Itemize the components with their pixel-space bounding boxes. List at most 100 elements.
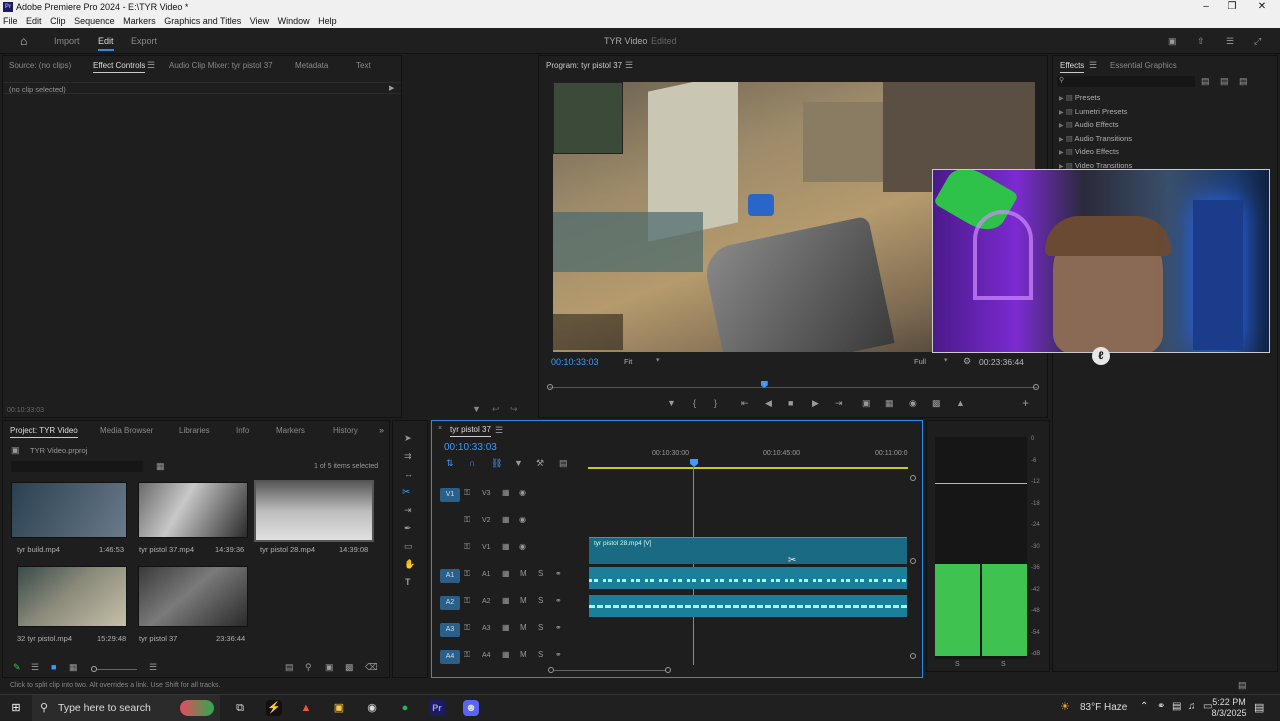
razor-tool-icon[interactable]: ✂ xyxy=(402,487,410,498)
panel-menu-icon[interactable]: ☰ xyxy=(147,60,155,71)
effects-search-input[interactable] xyxy=(1057,76,1195,87)
selection-tool-icon[interactable]: ➤ xyxy=(404,433,412,444)
track-header-a4[interactable]: A4 ⚿ A4 ▦ M S ⚭ xyxy=(432,643,582,669)
program-scrub-bar[interactable] xyxy=(549,387,1037,388)
tab-metadata[interactable]: Metadata xyxy=(295,61,328,70)
solo-button[interactable]: S xyxy=(538,569,543,578)
sync-lock-icon[interactable]: ▦ xyxy=(502,623,510,632)
sync-lock-icon[interactable]: ▦ xyxy=(502,488,510,497)
menu-help[interactable]: Help xyxy=(315,14,340,26)
menu-sequence[interactable]: Sequence xyxy=(71,14,118,26)
vr-icon[interactable]: ▲ xyxy=(956,398,965,408)
vertical-scroll-handle[interactable] xyxy=(910,558,916,564)
tab-media-browser[interactable]: Media Browser xyxy=(100,426,153,435)
sort-icon[interactable]: ☰ xyxy=(149,662,157,673)
tab-effect-controls[interactable]: Effect Controls xyxy=(93,61,146,73)
eye-icon[interactable]: ◉ xyxy=(519,515,526,524)
microphone-icon[interactable]: ⚭ xyxy=(555,650,562,659)
thumb-32-tyr-pistol[interactable] xyxy=(17,566,127,627)
weather-text[interactable]: 83°F Haze xyxy=(1080,702,1127,713)
go-to-out-icon[interactable]: ⇥ xyxy=(835,398,843,409)
tab-text[interactable]: Text xyxy=(356,61,371,70)
timeline-timecode[interactable]: 00:10:33:03 xyxy=(444,442,497,453)
solo-button[interactable]: S xyxy=(538,623,543,632)
tab-audio-clip-mixer[interactable]: Audio Clip Mixer: tyr pistol 37 xyxy=(169,61,273,70)
app-icon-1[interactable]: ⚡ xyxy=(266,700,282,716)
slip-tool-icon[interactable]: ⇥ xyxy=(404,505,412,516)
lock-icon[interactable]: ⚿ xyxy=(464,650,470,660)
sync-lock-icon[interactable]: ▦ xyxy=(502,596,510,605)
chrome-icon[interactable]: ◉ xyxy=(364,700,380,716)
vertical-scroll-handle[interactable] xyxy=(910,653,916,659)
lock-icon[interactable]: ⚿ xyxy=(464,515,470,525)
tab-libraries[interactable]: Libraries xyxy=(179,426,210,435)
tab-essential-graphics[interactable]: Essential Graphics xyxy=(1110,61,1177,70)
sync-lock-icon[interactable]: ▦ xyxy=(502,650,510,659)
menu-edit[interactable]: Edit xyxy=(23,14,45,26)
eye-icon[interactable]: ◉ xyxy=(519,542,526,551)
lock-icon[interactable]: ⚿ xyxy=(464,596,470,606)
comparison-icon[interactable]: ▩ xyxy=(932,398,941,409)
add-marker-icon[interactable]: ▼ xyxy=(514,458,523,468)
close-sequence-icon[interactable]: × xyxy=(438,425,442,432)
captions-icon[interactable]: ▤ xyxy=(559,458,568,469)
mute-button[interactable]: M xyxy=(520,596,527,605)
mark-out-icon[interactable]: } xyxy=(714,398,717,408)
sync-lock-icon[interactable]: ▦ xyxy=(502,569,510,578)
nest-icon[interactable]: ⇅ xyxy=(446,458,454,469)
button-editor-plus-icon[interactable]: + xyxy=(1022,396,1029,410)
icon-view-icon[interactable]: ■ xyxy=(51,662,56,672)
trash-icon[interactable]: ⌫ xyxy=(365,662,378,673)
fit-chevron-down-icon[interactable]: ▾ xyxy=(656,356,660,364)
track-header-a3[interactable]: A3 ⚿ A3 ▦ M S ⚭ xyxy=(432,616,582,642)
horizontal-scrollbar[interactable] xyxy=(554,670,666,671)
maximize-icon[interactable]: ❐ xyxy=(1222,1,1242,12)
vertical-scroll-handle[interactable] xyxy=(910,475,916,481)
webcam-overlay[interactable] xyxy=(932,169,1270,353)
thumb-tyr-pistol-28[interactable] xyxy=(254,480,374,542)
source-patch[interactable]: A3 xyxy=(440,623,460,637)
sequence-tab[interactable]: tyr pistol 37 xyxy=(450,425,491,437)
taskbar-search-box[interactable]: ⚲ Type here to search xyxy=(32,695,220,721)
linked-selection-icon[interactable]: ⛓ xyxy=(491,458,502,469)
program-timecode[interactable]: 00:10:33:03 xyxy=(551,357,599,367)
track-select-tool-icon[interactable]: ⇉ xyxy=(404,451,412,462)
effects-folder-item[interactable]: ▶ ▤ Audio Effects xyxy=(1059,120,1119,129)
timeline-playhead-handle[interactable] xyxy=(690,459,698,467)
tab-project[interactable]: Project: TYR Video xyxy=(10,426,78,438)
tab-markers[interactable]: Markers xyxy=(276,426,305,435)
freeform-view-icon[interactable]: ▦ xyxy=(69,662,78,673)
source-patch[interactable]: A4 xyxy=(440,650,460,664)
track-header-a2[interactable]: A2 ⚿ A2 ▦ M S ⚭ xyxy=(432,589,582,615)
sync-lock-icon[interactable]: ▦ xyxy=(502,515,510,524)
close-icon[interactable]: ✕ xyxy=(1252,1,1272,12)
source-patch[interactable]: A1 xyxy=(440,569,460,583)
tab-history[interactable]: History xyxy=(333,426,358,435)
new-bin-icon[interactable]: ▣ xyxy=(325,662,334,673)
sequence-menu-icon[interactable]: ☰ xyxy=(495,425,503,436)
mute-button[interactable]: M xyxy=(520,650,527,659)
step-back-icon[interactable]: ◀ xyxy=(765,398,772,409)
meter-solo-left[interactable]: S xyxy=(955,661,960,668)
source-patch[interactable]: A2 xyxy=(440,596,460,610)
track-header-v3[interactable]: V1 ⚿ V3 ▦ ◉ xyxy=(432,481,582,507)
ripple-edit-tool-icon[interactable]: ↔ xyxy=(404,469,413,479)
quality-dropdown[interactable]: Full xyxy=(914,357,926,366)
menu-view[interactable]: View xyxy=(247,14,272,26)
lock-icon[interactable]: ⚿ xyxy=(464,542,470,552)
type-tool-icon[interactable]: T xyxy=(405,577,411,587)
list-view-icon[interactable]: ☰ xyxy=(31,662,39,673)
premiere-taskbar-icon[interactable]: Pr xyxy=(429,700,445,716)
horizontal-scroll-end[interactable] xyxy=(665,667,671,673)
effects-folder-item[interactable]: ▶ ▤ Audio Transitions xyxy=(1059,134,1132,143)
accelerated-effects-icon[interactable]: ▤ xyxy=(1201,76,1210,87)
stop-icon[interactable]: ■ xyxy=(788,398,793,408)
audio-clip-a1[interactable] xyxy=(589,567,907,589)
funnel-icon[interactable]: ▼ xyxy=(472,404,481,414)
menu-graphics[interactable]: Graphics and Titles xyxy=(161,14,244,26)
effects-folder-item[interactable]: ▶ ▤ Presets xyxy=(1059,93,1100,102)
microphone-icon[interactable]: ⚭ xyxy=(555,569,562,578)
effects-folder-item[interactable]: ▶ ▤ Video Effects xyxy=(1059,147,1119,156)
solo-button[interactable]: S xyxy=(538,596,543,605)
go-to-in-icon[interactable]: ⇤ xyxy=(741,398,749,409)
